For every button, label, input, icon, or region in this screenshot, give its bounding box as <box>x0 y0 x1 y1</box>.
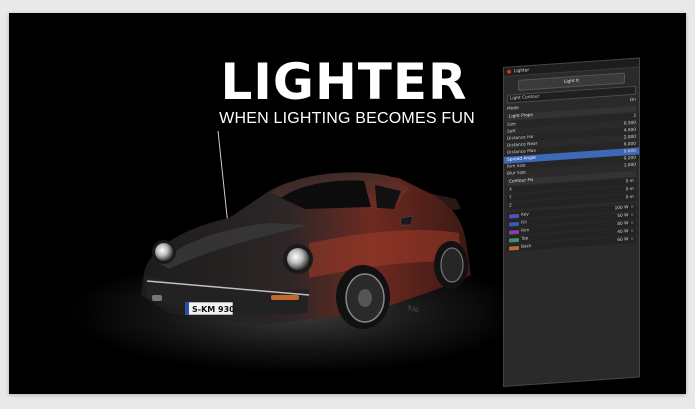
light-power[interactable]: 100 W <box>615 205 629 211</box>
light-color-swatch[interactable] <box>509 237 519 243</box>
prop-value[interactable]: 1.000 <box>624 163 636 169</box>
axis-value[interactable]: 0 m <box>626 195 634 201</box>
props-list: Size 3 Soft 0.300 Distance Far 4.000 Distan… <box>504 112 639 177</box>
light-color-swatch[interactable] <box>509 213 519 219</box>
light-color-swatch[interactable] <box>509 245 519 251</box>
mode-value[interactable]: On <box>630 98 636 103</box>
panel-title: Lighter <box>514 67 530 74</box>
hero-title: LIGHTER <box>220 53 468 111</box>
light-power[interactable]: 80 W <box>617 221 628 227</box>
light-color-swatch[interactable] <box>509 229 519 235</box>
remove-icon[interactable]: × <box>630 221 634 226</box>
axis-value[interactable]: 0 m <box>626 179 634 185</box>
hero-canvas: S-KM 930 930 LIGHTER WHEN LIGHTING BECOM… <box>9 13 686 394</box>
light-power[interactable]: 40 W <box>617 229 628 235</box>
lights-grid: Key 100 W × Fill 50 W × Rim 80 W × Top 40 W × Ba… <box>504 203 639 252</box>
axis-value[interactable]: 0 m <box>626 187 634 193</box>
light-color-swatch[interactable] <box>509 221 519 227</box>
prop-value[interactable]: 4.000 <box>624 128 636 134</box>
prop-value[interactable]: 0.300 <box>624 121 636 127</box>
prop-value[interactable]: 6.000 <box>624 142 636 148</box>
close-dot-icon[interactable] <box>507 69 511 74</box>
license-plate-text: S-KM 930 <box>192 305 235 314</box>
lighter-addon-panel: Lighter Light It Light Contour Mode On L… <box>503 57 640 388</box>
remove-icon[interactable]: × <box>630 237 634 242</box>
remove-icon[interactable]: × <box>630 229 634 234</box>
prop-value[interactable]: 0.200 <box>624 156 636 162</box>
light-power[interactable]: 60 W <box>617 237 628 243</box>
remove-icon[interactable]: × <box>630 213 634 218</box>
prop-value[interactable]: 3 <box>633 114 636 119</box>
prop-value[interactable]: 0.600 <box>624 149 636 155</box>
hero-subtitle: WHEN LIGHTING BECOMES FUN <box>219 110 475 127</box>
prop-value[interactable]: 2.000 <box>624 135 636 141</box>
light-power[interactable]: 50 W <box>617 213 628 219</box>
remove-icon[interactable]: × <box>630 205 634 210</box>
